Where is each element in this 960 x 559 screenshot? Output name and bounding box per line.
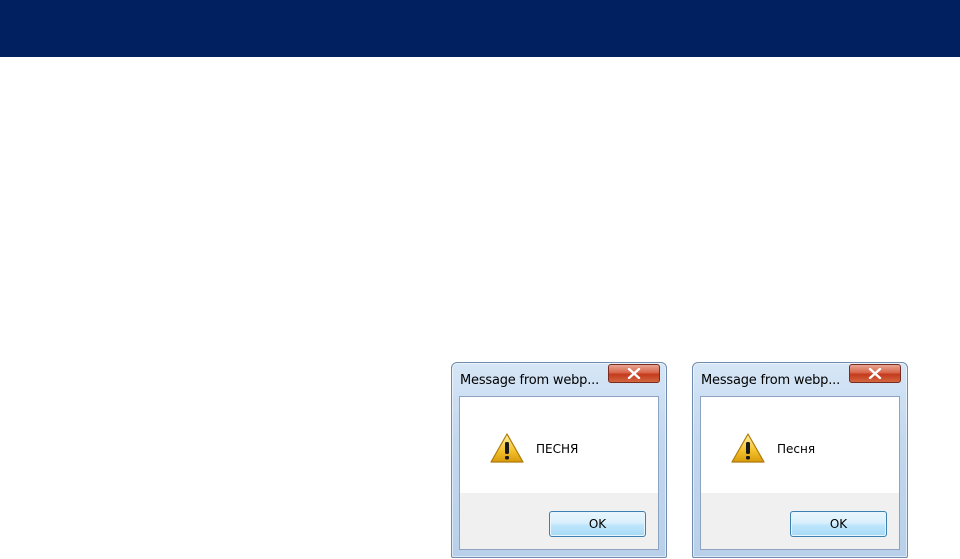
message-text: ПЕСНЯ xyxy=(536,442,579,456)
close-x-icon xyxy=(868,368,882,379)
dialog-body: ПЕСНЯ OK xyxy=(459,396,659,550)
alert-dialog-2: Message from webp... Песня OK xyxy=(692,362,908,558)
warning-icon xyxy=(731,433,765,463)
close-button[interactable] xyxy=(849,364,901,383)
ok-button[interactable]: OK xyxy=(790,511,887,537)
button-row: OK xyxy=(460,493,658,549)
message-area: Песня xyxy=(701,397,899,494)
alert-dialog-1: Message from webp... ПЕСНЯ OK xyxy=(451,362,667,558)
dialog-body: Песня OK xyxy=(700,396,900,550)
close-x-icon xyxy=(627,368,641,379)
top-banner xyxy=(0,0,960,57)
ok-button[interactable]: OK xyxy=(549,511,646,537)
warning-icon xyxy=(490,433,524,463)
button-row: OK xyxy=(701,493,899,549)
dialog-title: Message from webp... xyxy=(701,373,841,388)
message-area: ПЕСНЯ xyxy=(460,397,658,494)
close-button[interactable] xyxy=(608,364,660,383)
dialog-title: Message from webp... xyxy=(460,373,600,388)
message-text: Песня xyxy=(777,442,816,456)
